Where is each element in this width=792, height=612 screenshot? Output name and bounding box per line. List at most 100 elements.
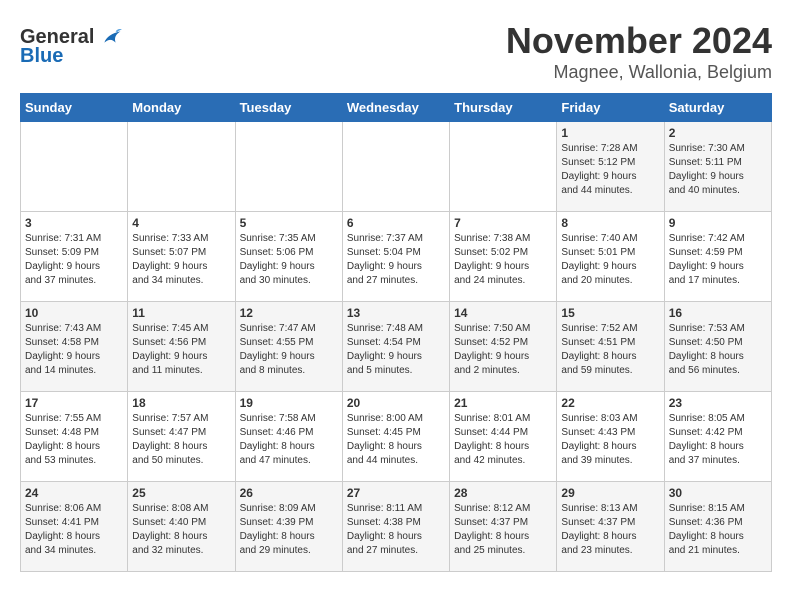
calendar-cell bbox=[128, 122, 235, 212]
logo-text: General Blue bbox=[20, 25, 122, 67]
day-number: 21 bbox=[454, 396, 552, 410]
calendar-cell: 15 Sunrise: 7:52 AM Sunset: 4:51 PM Dayli… bbox=[557, 302, 664, 392]
day-number: 20 bbox=[347, 396, 445, 410]
location-title: Magnee, Wallonia, Belgium bbox=[506, 62, 772, 83]
day-number: 15 bbox=[561, 306, 659, 320]
calendar-cell: 19 Sunrise: 7:58 AM Sunset: 4:46 PM Dayli… bbox=[235, 392, 342, 482]
day-info: Sunrise: 7:43 AM Sunset: 4:58 PM Dayligh… bbox=[25, 322, 123, 378]
week-row-4: 17 Sunrise: 7:55 AM Sunset: 4:48 PM Dayli… bbox=[21, 392, 772, 482]
day-info: Sunrise: 7:30 AM Sunset: 5:11 PM Dayligh… bbox=[669, 142, 767, 198]
calendar-cell: 5 Sunrise: 7:35 AM Sunset: 5:06 PM Daylig… bbox=[235, 212, 342, 302]
day-info: Sunrise: 7:42 AM Sunset: 4:59 PM Dayligh… bbox=[669, 232, 767, 288]
day-info: Sunrise: 7:50 AM Sunset: 4:52 PM Dayligh… bbox=[454, 322, 552, 378]
day-number: 12 bbox=[240, 306, 338, 320]
calendar-cell: 16Sunrise: 7:53 AM Sunset: 4:50 PM Dayli… bbox=[664, 302, 771, 392]
day-number: 5 bbox=[240, 216, 338, 230]
calendar-cell: 30 Sunrise: 8:15 AM Sunset: 4:36 PM Dayli… bbox=[664, 482, 771, 572]
day-number: 23 bbox=[669, 396, 767, 410]
day-info: Sunrise: 7:45 AM Sunset: 4:56 PM Dayligh… bbox=[132, 322, 230, 378]
day-info: Sunrise: 7:28 AM Sunset: 5:12 PM Dayligh… bbox=[561, 142, 659, 198]
day-info: Sunrise: 8:09 AM Sunset: 4:39 PM Dayligh… bbox=[240, 502, 338, 558]
calendar-cell: 4 Sunrise: 7:33 AM Sunset: 5:07 PM Daylig… bbox=[128, 212, 235, 302]
calendar-cell: 1 Sunrise: 7:28 AM Sunset: 5:12 PM Daylig… bbox=[557, 122, 664, 212]
calendar-cell bbox=[235, 122, 342, 212]
calendar-cell: 8Sunrise: 7:40 AM Sunset: 5:01 PM Daylig… bbox=[557, 212, 664, 302]
day-number: 3 bbox=[25, 216, 123, 230]
calendar-cell: 22 Sunrise: 8:03 AM Sunset: 4:43 PM Dayli… bbox=[557, 392, 664, 482]
day-info: Sunrise: 8:08 AM Sunset: 4:40 PM Dayligh… bbox=[132, 502, 230, 558]
week-row-5: 24Sunrise: 8:06 AM Sunset: 4:41 PM Dayli… bbox=[21, 482, 772, 572]
day-info: Sunrise: 7:47 AM Sunset: 4:55 PM Dayligh… bbox=[240, 322, 338, 378]
calendar-cell: 6 Sunrise: 7:37 AM Sunset: 5:04 PM Daylig… bbox=[342, 212, 449, 302]
header-sunday: Sunday bbox=[21, 94, 128, 122]
day-info: Sunrise: 7:52 AM Sunset: 4:51 PM Dayligh… bbox=[561, 322, 659, 378]
day-info: Sunrise: 7:37 AM Sunset: 5:04 PM Dayligh… bbox=[347, 232, 445, 288]
calendar-cell bbox=[342, 122, 449, 212]
day-number: 30 bbox=[669, 486, 767, 500]
day-number: 17 bbox=[25, 396, 123, 410]
day-info: Sunrise: 8:11 AM Sunset: 4:38 PM Dayligh… bbox=[347, 502, 445, 558]
calendar-table: SundayMondayTuesdayWednesdayThursdayFrid… bbox=[20, 93, 772, 572]
month-title: November 2024 bbox=[506, 20, 772, 62]
day-info: Sunrise: 7:58 AM Sunset: 4:46 PM Dayligh… bbox=[240, 412, 338, 468]
calendar-cell bbox=[21, 122, 128, 212]
day-number: 6 bbox=[347, 216, 445, 230]
calendar-cell: 14 Sunrise: 7:50 AM Sunset: 4:52 PM Dayli… bbox=[450, 302, 557, 392]
calendar-cell: 12 Sunrise: 7:47 AM Sunset: 4:55 PM Dayli… bbox=[235, 302, 342, 392]
calendar-cell: 3 Sunrise: 7:31 AM Sunset: 5:09 PM Daylig… bbox=[21, 212, 128, 302]
logo-blue: Blue bbox=[20, 45, 122, 67]
day-number: 19 bbox=[240, 396, 338, 410]
calendar-cell: 25 Sunrise: 8:08 AM Sunset: 4:40 PM Dayli… bbox=[128, 482, 235, 572]
calendar-cell: 18Sunrise: 7:57 AM Sunset: 4:47 PM Dayli… bbox=[128, 392, 235, 482]
calendar-cell: 23 Sunrise: 8:05 AM Sunset: 4:42 PM Dayli… bbox=[664, 392, 771, 482]
header-monday: Monday bbox=[128, 94, 235, 122]
day-info: Sunrise: 7:40 AM Sunset: 5:01 PM Dayligh… bbox=[561, 232, 659, 288]
calendar-cell: 17 Sunrise: 7:55 AM Sunset: 4:48 PM Dayli… bbox=[21, 392, 128, 482]
day-number: 1 bbox=[561, 126, 659, 140]
day-number: 29 bbox=[561, 486, 659, 500]
calendar-cell: 11Sunrise: 7:45 AM Sunset: 4:56 PM Dayli… bbox=[128, 302, 235, 392]
day-info: Sunrise: 7:38 AM Sunset: 5:02 PM Dayligh… bbox=[454, 232, 552, 288]
calendar-cell bbox=[450, 122, 557, 212]
day-info: Sunrise: 7:55 AM Sunset: 4:48 PM Dayligh… bbox=[25, 412, 123, 468]
weekday-header-row: SundayMondayTuesdayWednesdayThursdayFrid… bbox=[21, 94, 772, 122]
day-info: Sunrise: 7:31 AM Sunset: 5:09 PM Dayligh… bbox=[25, 232, 123, 288]
day-number: 14 bbox=[454, 306, 552, 320]
calendar-cell: 29 Sunrise: 8:13 AM Sunset: 4:37 PM Dayli… bbox=[557, 482, 664, 572]
day-number: 10 bbox=[25, 306, 123, 320]
calendar-cell: 26 Sunrise: 8:09 AM Sunset: 4:39 PM Dayli… bbox=[235, 482, 342, 572]
day-number: 2 bbox=[669, 126, 767, 140]
title-area: November 2024 Magnee, Wallonia, Belgium bbox=[506, 20, 772, 83]
day-info: Sunrise: 8:05 AM Sunset: 4:42 PM Dayligh… bbox=[669, 412, 767, 468]
day-number: 25 bbox=[132, 486, 230, 500]
calendar-cell: 13Sunrise: 7:48 AM Sunset: 4:54 PM Dayli… bbox=[342, 302, 449, 392]
header-thursday: Thursday bbox=[450, 94, 557, 122]
day-number: 18 bbox=[132, 396, 230, 410]
day-info: Sunrise: 8:12 AM Sunset: 4:37 PM Dayligh… bbox=[454, 502, 552, 558]
day-info: Sunrise: 7:33 AM Sunset: 5:07 PM Dayligh… bbox=[132, 232, 230, 288]
calendar-cell: 24Sunrise: 8:06 AM Sunset: 4:41 PM Dayli… bbox=[21, 482, 128, 572]
day-number: 28 bbox=[454, 486, 552, 500]
day-info: Sunrise: 7:35 AM Sunset: 5:06 PM Dayligh… bbox=[240, 232, 338, 288]
day-info: Sunrise: 8:13 AM Sunset: 4:37 PM Dayligh… bbox=[561, 502, 659, 558]
calendar-cell: 20Sunrise: 8:00 AM Sunset: 4:45 PM Dayli… bbox=[342, 392, 449, 482]
day-number: 27 bbox=[347, 486, 445, 500]
day-number: 9 bbox=[669, 216, 767, 230]
header-saturday: Saturday bbox=[664, 94, 771, 122]
header-wednesday: Wednesday bbox=[342, 94, 449, 122]
day-info: Sunrise: 8:01 AM Sunset: 4:44 PM Dayligh… bbox=[454, 412, 552, 468]
day-number: 22 bbox=[561, 396, 659, 410]
calendar-cell: 9 Sunrise: 7:42 AM Sunset: 4:59 PM Daylig… bbox=[664, 212, 771, 302]
calendar-cell: 10 Sunrise: 7:43 AM Sunset: 4:58 PM Dayli… bbox=[21, 302, 128, 392]
day-number: 26 bbox=[240, 486, 338, 500]
day-number: 4 bbox=[132, 216, 230, 230]
day-number: 13 bbox=[347, 306, 445, 320]
day-info: Sunrise: 8:06 AM Sunset: 4:41 PM Dayligh… bbox=[25, 502, 123, 558]
day-info: Sunrise: 7:53 AM Sunset: 4:50 PM Dayligh… bbox=[669, 322, 767, 378]
week-row-1: 1 Sunrise: 7:28 AM Sunset: 5:12 PM Daylig… bbox=[21, 122, 772, 212]
week-row-2: 3 Sunrise: 7:31 AM Sunset: 5:09 PM Daylig… bbox=[21, 212, 772, 302]
day-info: Sunrise: 8:03 AM Sunset: 4:43 PM Dayligh… bbox=[561, 412, 659, 468]
calendar-cell: 28 Sunrise: 8:12 AM Sunset: 4:37 PM Dayli… bbox=[450, 482, 557, 572]
day-info: Sunrise: 8:15 AM Sunset: 4:36 PM Dayligh… bbox=[669, 502, 767, 558]
day-number: 7 bbox=[454, 216, 552, 230]
